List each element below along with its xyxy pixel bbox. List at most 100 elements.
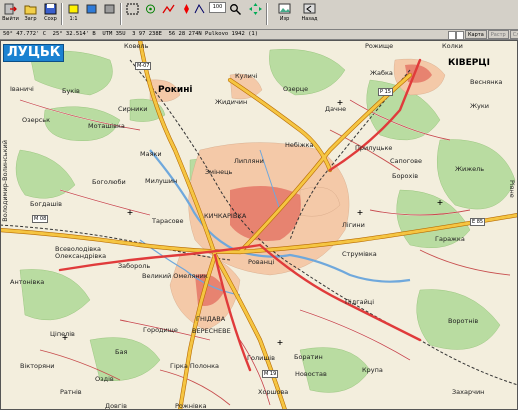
layer-a-button[interactable]: 1:1 [64,1,83,27]
map-label: Антонівка [10,278,45,286]
map-label: Лігини [342,221,365,229]
map-label: Сапогове [390,157,422,165]
tab-layers[interactable]: Слои [509,30,518,39]
search-button[interactable] [226,1,245,27]
map-label: Липляни [234,157,264,165]
map-label: Олександрівка [55,252,107,260]
toolbar: Выйти Загр Сохр 1:1 100 Изр Назад [0,0,518,30]
layer-icon [86,4,97,14]
layer-c-button[interactable] [100,1,119,27]
map-label: Небіжка [285,141,314,149]
map-label: Новостав [295,370,327,378]
map-label: Гаражка [435,235,465,243]
map-label: Боратин [294,353,323,361]
search-icon [230,4,241,15]
map-label: Струмівка [342,250,377,258]
map-label: Голишів [247,354,275,362]
map-label-kivertsi: КІВЕРЦІ [448,58,491,68]
route-button[interactable] [190,1,209,27]
city-badge: ЛУЦЬК [3,44,65,62]
map-label: Іваничі [10,85,34,93]
map-label: Городище [143,326,178,334]
coordinate-status-bar: 50° 47.772' С 25° 32.514' В UTM 35U 3 97… [0,30,518,40]
map-label: Буків [62,87,80,95]
view-button[interactable]: Назад [300,1,319,27]
map-label: Крупа [362,366,383,374]
save-icon [44,3,57,15]
panel-tabs: Карта Растр Слои [465,30,518,39]
exit-button[interactable]: Выйти [1,1,20,27]
map-label-rokyni: Рокині [158,85,193,95]
map-label: Озерськ [22,116,51,124]
track-icon [162,4,175,14]
coordinate-readout: 50° 47.772' С 25° 32.514' В UTM 35U 3 97… [3,31,259,37]
road-shield: Р 15 [378,88,393,96]
zoom-level-input[interactable]: 100 [209,2,226,13]
route-icon [194,3,205,14]
road-shield: М 08 [32,215,49,223]
pan-arrows-icon [249,3,262,15]
pan-button[interactable] [246,1,265,27]
tab-map[interactable]: Карта [465,30,487,39]
map-label: Бая [115,348,128,356]
map-label-kychkarivka: КИЧКАРІВКА [204,212,247,220]
map-label: Ковель [124,42,149,50]
map-label: Жабка [370,69,393,77]
exit-icon [4,3,17,15]
panel-checkbox-2[interactable] [456,31,464,40]
road-shield: М 19 [262,370,279,378]
map-label: Ратнів [60,388,82,396]
map-label: Боголюби [92,178,126,186]
map-label-direction: Володимир-Волинський [1,140,9,222]
map-label: Великий Омеляник [142,272,208,280]
map-label: Ціпелів [50,330,75,338]
map-label: Рожище [365,42,394,50]
layer-b-button[interactable] [82,1,101,27]
map-label: Рожнівка [175,402,207,410]
map-label: Куличі [235,72,258,80]
map-label: Сирники [118,105,148,113]
map-label: Оздів [95,375,114,383]
map-label: Хоршова [258,388,289,396]
layer-icon [68,4,79,14]
map-label: ВЕРЕСНЕВЕ [192,327,231,335]
map-label: Вікторяни [20,362,55,370]
map-label: Озерце [283,85,309,93]
image-button[interactable]: Изр [275,1,294,27]
map-label: Рованці [248,258,275,266]
layer-icon [104,4,115,14]
map-label: Захарчин [452,388,485,396]
map-label: Гірка Полонка [170,362,220,370]
road-shield: М-07 [135,62,152,70]
map-label: Богдашів [30,200,62,208]
map-label: Жуки [470,102,489,110]
map-label: Моташівка [88,122,125,130]
map-label: Прилуцьке [355,144,393,152]
gps-icon [146,4,155,14]
load-button[interactable]: Загр [21,1,40,27]
gps-button[interactable] [141,1,160,27]
map-label: Борохів [392,172,419,180]
map-label: ГНІДАВА [196,315,226,323]
image-icon [278,3,291,14]
map-label: Змінець [205,168,233,176]
map-label: Підгайці [345,298,375,306]
map-label: Жижель [455,165,485,173]
map-label: Дачне [325,105,347,113]
map-label: Маяки [140,150,162,158]
save-button[interactable]: Сохр [41,1,60,27]
map-label: Колки [442,42,463,50]
back-icon [303,3,316,14]
tab-raster[interactable]: Растр [487,30,509,39]
map-label: Милушин [145,177,178,185]
map-canvas[interactable]: ЛУЦЬК Ковель Рожище Колки КІВЕРЦІ Рокині… [0,40,518,410]
map-label: Жидичин [215,98,248,106]
panel-checkbox[interactable] [448,31,456,40]
track-button[interactable] [159,1,178,27]
map-label: Довгів [105,402,127,410]
map-label: Тарасове [152,217,184,225]
select-button[interactable] [123,1,142,27]
map-label: Веснянка [470,78,503,86]
map-label: Воротнів [448,317,479,325]
open-folder-icon [24,5,37,15]
